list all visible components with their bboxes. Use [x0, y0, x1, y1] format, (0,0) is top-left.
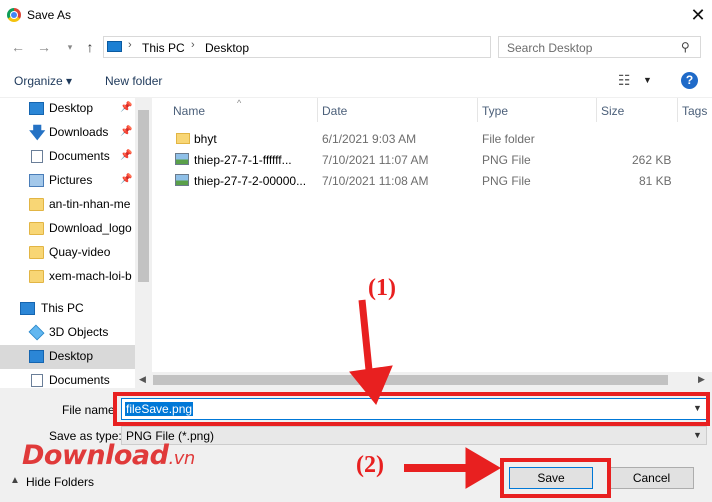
- annotation-arrow-head-1: [349, 365, 393, 405]
- annotation-arrows: [349, 299, 501, 489]
- annotation-arrow-shaft-1: [358, 299, 374, 381]
- annotation-arrow-head-2: [465, 447, 501, 489]
